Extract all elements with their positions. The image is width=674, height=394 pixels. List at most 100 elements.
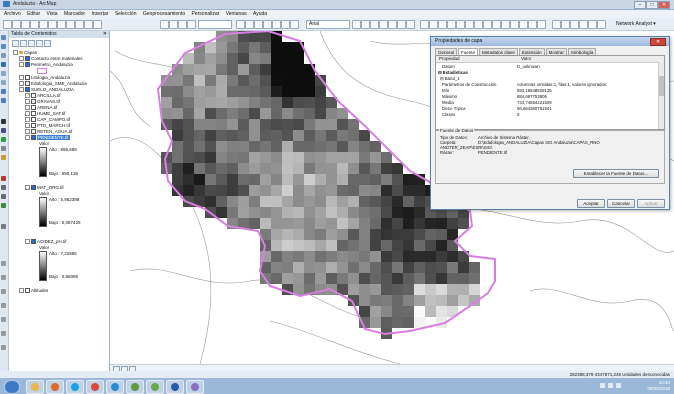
property-row[interactable]: ⊟ Band_1: [436, 76, 658, 81]
menu-geoprocesamiento[interactable]: Geoprocesamiento: [143, 10, 185, 18]
layer-visibility-checkbox[interactable]: [25, 75, 30, 81]
editor-toolbar-icon[interactable]: [160, 20, 169, 29]
skype-taskbar-icon[interactable]: [66, 380, 84, 394]
network-analyst-menu[interactable]: Network Analyst ▾: [616, 20, 656, 28]
python-icon[interactable]: [588, 20, 597, 29]
select-features-icon[interactable]: [236, 20, 245, 29]
html-popup-icon[interactable]: [465, 20, 474, 29]
toc-layer[interactable]: Edafologia_SME_Andaluzia: [19, 81, 87, 87]
forward-extent-icon[interactable]: [1, 98, 6, 103]
ok-button[interactable]: Aceptar: [577, 199, 605, 208]
toc-layer[interactable]: ACIDEZ_pH.tif: [25, 239, 67, 245]
spatial-analyst-icon[interactable]: [429, 20, 438, 29]
property-row[interactable]: Clases 0: [436, 112, 658, 117]
toc-layer[interactable]: Litologia_Andaluzia: [19, 75, 70, 81]
find-icon[interactable]: [474, 20, 483, 29]
menu-marcador[interactable]: Marcador: [64, 10, 85, 18]
arccatalog-taskbar-icon[interactable]: [146, 380, 164, 394]
layer-visibility-checkbox[interactable]: [25, 288, 30, 294]
set-data-source-button[interactable]: Establecer la Fuente de Datos...: [573, 169, 659, 178]
layer-visibility-checkbox[interactable]: [31, 129, 36, 135]
snapping-icon[interactable]: [1, 331, 6, 336]
go-to-xy-icon[interactable]: [483, 20, 492, 29]
toc-layer-selected[interactable]: PENDIENTE.tif: [25, 135, 70, 141]
add-data-icon[interactable]: [93, 20, 102, 29]
measure-icon[interactable]: [1, 146, 6, 151]
menu-ventanas[interactable]: Ventanas: [226, 10, 247, 18]
time-slider-icon[interactable]: [492, 20, 501, 29]
menu-personalizar[interactable]: Personalizar: [192, 10, 220, 18]
delete-icon[interactable]: [66, 20, 75, 29]
viewer-icon[interactable]: [501, 20, 510, 29]
layer-visibility-checkbox[interactable]: [31, 93, 36, 99]
bold-icon[interactable]: [361, 20, 370, 29]
chrome-taskbar-icon[interactable]: [86, 380, 104, 394]
map-scale-input[interactable]: [198, 20, 232, 29]
cut-icon[interactable]: [39, 20, 48, 29]
maximize-button[interactable]: □: [646, 1, 658, 9]
menu-editar[interactable]: Editar: [27, 10, 40, 18]
list-by-selection-icon[interactable]: [36, 40, 43, 47]
layer-visibility-checkbox[interactable]: [31, 123, 36, 129]
menu-archivo[interactable]: Archivo: [4, 10, 21, 18]
property-row[interactable]: Desv. Típica 56,664360751941: [436, 106, 658, 111]
select-element-icon[interactable]: [1, 119, 6, 124]
catalog-icon[interactable]: [178, 20, 187, 29]
toc-group[interactable]: SUELO_ANDALUZIA: [19, 87, 74, 93]
taskbar-clock[interactable]: 12:44 08/06/2016: [647, 380, 670, 392]
fixed-zoom-out-icon[interactable]: [1, 80, 6, 85]
flag-tray-icon[interactable]: [616, 383, 621, 388]
property-row[interactable]: Datum D_unknown: [436, 64, 658, 69]
vertex-icon[interactable]: [1, 194, 6, 199]
3d-analyst-icon[interactable]: [438, 20, 447, 29]
open-folder-icon[interactable]: [12, 20, 21, 29]
refresh-icon[interactable]: [570, 20, 579, 29]
layer-visibility-checkbox[interactable]: [31, 239, 36, 245]
copy-icon[interactable]: [48, 20, 57, 29]
layer-visibility-checkbox[interactable]: [31, 111, 36, 117]
swipe-icon[interactable]: [510, 20, 519, 29]
new-document-icon[interactable]: [3, 20, 12, 29]
layer-visibility-checkbox[interactable]: [31, 99, 36, 105]
attributes-icon[interactable]: [1, 203, 6, 208]
zoom-out-icon[interactable]: [1, 44, 6, 49]
data-view-icon[interactable]: [561, 20, 570, 29]
toc-layer[interactable]: MAT_ORG.tif: [25, 185, 64, 191]
menu-insertar[interactable]: Insertar: [91, 10, 108, 18]
georeferencing-icon[interactable]: [420, 20, 429, 29]
menu-ayuda[interactable]: Ayuda: [253, 10, 267, 18]
menu-vista[interactable]: Vista: [47, 10, 58, 18]
word-taskbar-icon[interactable]: [166, 380, 184, 394]
dialog-close-button[interactable]: ✕: [650, 38, 666, 46]
layer-visibility-checkbox[interactable]: [25, 87, 30, 93]
toc-layer[interactable]: PTO_MARCH.tif: [25, 123, 70, 129]
cancel-button[interactable]: Cancelar: [607, 199, 635, 208]
layer-visibility-checkbox[interactable]: [31, 135, 36, 141]
toc-layer[interactable]: Perimetro_Andaluzia: [19, 62, 73, 68]
fixed-zoom-in-icon[interactable]: [1, 71, 6, 76]
network-tray-icon[interactable]: [600, 383, 605, 388]
arctoolbox-icon[interactable]: [187, 20, 196, 29]
layout-view-icon[interactable]: [552, 20, 561, 29]
toc-layer[interactable]: GRAVAS.tif: [25, 99, 60, 105]
pan-icon[interactable]: [1, 53, 6, 58]
table-of-contents-icon[interactable]: [169, 20, 178, 29]
zoom-out-icon[interactable]: [263, 20, 272, 29]
full-extent-icon[interactable]: [281, 20, 290, 29]
minimize-button[interactable]: –: [634, 1, 646, 9]
font-size-icon[interactable]: [352, 20, 361, 29]
toc-layer[interactable]: HUME_SAT.tif: [25, 111, 65, 117]
arcmap-taskbar-icon[interactable]: [126, 380, 144, 394]
property-row[interactable]: Media 744,74594421509: [436, 100, 658, 105]
trace-icon[interactable]: [1, 317, 6, 322]
flicker-icon[interactable]: [519, 20, 528, 29]
save-icon[interactable]: [21, 20, 30, 29]
property-row[interactable]: ⊟ Estadísticas: [436, 70, 658, 75]
apply-button[interactable]: Aplicar: [637, 199, 665, 208]
layer-visibility-checkbox[interactable]: [31, 117, 36, 123]
back-extent-icon[interactable]: [1, 89, 6, 94]
zoom-in-icon[interactable]: [1, 35, 6, 40]
hyperlink-icon[interactable]: [456, 20, 465, 29]
toc-layer[interactable]: Altitudes: [19, 288, 48, 294]
line-color-icon[interactable]: [406, 20, 415, 29]
